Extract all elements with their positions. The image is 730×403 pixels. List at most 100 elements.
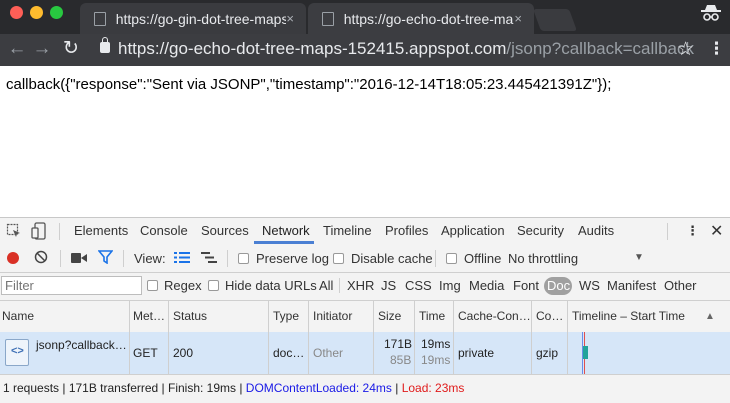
filter-type-js[interactable]: JS [381, 278, 396, 293]
divider [339, 278, 340, 293]
throttling-select[interactable]: No throttling [508, 251, 578, 266]
filter-type-doc[interactable]: Doc [547, 278, 570, 293]
filter-type-media[interactable]: Media [469, 278, 504, 293]
header-name[interactable]: Name [2, 309, 34, 323]
disable-cache-checkbox[interactable] [333, 253, 344, 264]
tab-go-echo[interactable]: https://go-echo-dot-tree-maps × [308, 3, 534, 34]
filter-type-xhr[interactable]: XHR [347, 278, 374, 293]
offline-label: Offline [464, 251, 502, 266]
divider [59, 223, 60, 240]
devtools-close-icon[interactable]: ✕ [710, 221, 723, 241]
filter-input[interactable] [1, 276, 142, 295]
overview-icon[interactable] [201, 251, 217, 269]
column-divider [567, 301, 568, 374]
page-icon [94, 11, 106, 26]
divider [123, 250, 124, 267]
lock-icon [100, 37, 110, 53]
cell-initiator: Other [313, 346, 344, 360]
tab-application[interactable]: Application [441, 223, 505, 238]
filter-type-ws[interactable]: WS [579, 278, 600, 293]
timeline-bar [583, 346, 588, 359]
tab-close-icon[interactable]: × [514, 11, 522, 26]
filter-type-css[interactable]: CSS [405, 278, 432, 293]
sort-up-icon[interactable]: ▲ [705, 311, 715, 322]
incognito-icon [700, 4, 726, 26]
reload-button[interactable]: ↻ [60, 39, 82, 59]
column-divider [168, 301, 169, 374]
cell-name[interactable]: jsonp?callback… [36, 338, 127, 352]
browser-menu-icon[interactable]: ⋮ [708, 39, 725, 59]
preserve-log-label: Preserve log [256, 251, 329, 266]
tab-security[interactable]: Security [517, 223, 564, 238]
status-summary-text: 1 requests | 171B transferred | Finish: … [3, 381, 246, 395]
status-summary: 1 requests | 171B transferred | Finish: … [3, 381, 464, 395]
chevron-down-icon[interactable]: ▼ [634, 252, 644, 263]
close-window-button[interactable] [10, 6, 23, 19]
header-cache-control[interactable]: Cache-Con… [458, 309, 531, 323]
clear-icon[interactable] [34, 250, 48, 269]
header-method[interactable]: Met… [133, 309, 165, 323]
disable-cache-label: Disable cache [351, 251, 433, 266]
cell-content-encoding: gzip [536, 346, 559, 360]
regex-checkbox[interactable] [147, 280, 158, 291]
header-initiator[interactable]: Initiator [313, 309, 352, 323]
tab-sources[interactable]: Sources [201, 223, 249, 238]
maximize-window-button[interactable] [50, 6, 63, 19]
device-toolbar-icon[interactable] [31, 222, 47, 243]
column-divider [308, 301, 309, 374]
tab-network[interactable]: Network [262, 223, 310, 238]
tab-timeline[interactable]: Timeline [323, 223, 372, 238]
active-tab-indicator [254, 241, 314, 244]
preserve-log-checkbox[interactable] [238, 253, 249, 264]
tab-elements[interactable]: Elements [74, 223, 128, 238]
view-label: View: [134, 251, 166, 266]
tab-console[interactable]: Console [140, 223, 188, 238]
status-domcontentloaded: DOMContentLoaded: 24ms [245, 381, 392, 395]
header-time[interactable]: Time [419, 309, 445, 323]
new-tab-button[interactable] [532, 9, 578, 31]
cell-size: 171B [384, 337, 413, 351]
header-status[interactable]: Status [173, 309, 207, 323]
header-type[interactable]: Type [273, 309, 299, 323]
offline-checkbox[interactable] [446, 253, 457, 264]
tab-close-icon[interactable]: × [286, 11, 294, 26]
cell-method: GET [133, 346, 158, 360]
devtools-menu-icon[interactable]: ⋮ [686, 223, 699, 239]
filter-type-all[interactable]: All [319, 278, 333, 293]
cell-type: doc… [273, 346, 305, 360]
header-size[interactable]: Size [378, 309, 401, 323]
record-button[interactable] [7, 252, 19, 264]
forward-button[interactable]: → [31, 39, 53, 59]
divider [227, 250, 228, 267]
tab-go-gin[interactable]: https://go-gin-dot-tree-maps × [80, 3, 306, 34]
filter-type-font[interactable]: Font [513, 278, 539, 293]
tab-profiles[interactable]: Profiles [385, 223, 428, 238]
cell-time-latency: 19ms [421, 353, 451, 367]
page-body-text: callback({"response":"Sent via JSONP","t… [6, 76, 612, 93]
cell-cache-control: private [458, 346, 495, 360]
inspect-element-icon[interactable] [6, 223, 22, 242]
status-load: Load: 23ms [401, 381, 465, 395]
url-text[interactable]: https://go-echo-dot-tree-maps-152415.app… [118, 39, 694, 59]
hide-data-urls-checkbox[interactable] [208, 280, 219, 291]
capture-screenshots-icon[interactable] [71, 251, 87, 269]
hide-data-urls-label: Hide data URLs [225, 278, 317, 293]
large-rows-icon[interactable] [174, 251, 190, 269]
filter-type-manifest[interactable]: Manifest [607, 278, 656, 293]
divider [60, 250, 61, 267]
filter-funnel-icon[interactable] [97, 250, 114, 269]
filter-type-img[interactable]: Img [439, 278, 461, 293]
status-separator: | [391, 381, 402, 395]
divider [435, 250, 436, 267]
cell-status: 200 [173, 346, 194, 360]
tab-audits[interactable]: Audits [578, 223, 614, 238]
filter-type-other[interactable]: Other [664, 278, 697, 293]
minimize-window-button[interactable] [30, 6, 43, 19]
header-content-encoding[interactable]: Co… [536, 309, 563, 323]
column-divider [531, 301, 532, 374]
tab-title: https://go-echo-dot-tree-maps [343, 10, 515, 27]
bookmark-star-icon[interactable]: ☆ [677, 38, 694, 61]
header-timeline[interactable]: Timeline – Start Time [572, 309, 685, 323]
back-button[interactable]: ← [6, 39, 28, 59]
url-path: /jsonp?callback=callback [506, 39, 694, 58]
